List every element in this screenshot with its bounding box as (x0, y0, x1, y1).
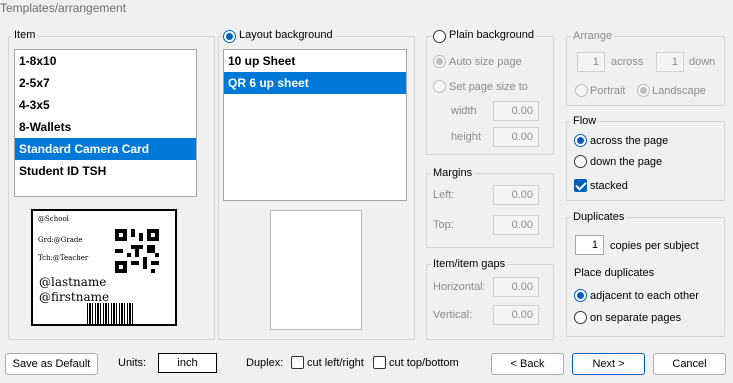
landscape-radio[interactable] (637, 84, 650, 97)
cut-left-right-checkbox[interactable] (291, 356, 304, 369)
list-item[interactable]: 4-3x5 (15, 94, 196, 116)
flow-legend: Flow (571, 115, 599, 127)
list-item[interactable]: 10 up Sheet (224, 50, 406, 72)
layout-background-label[interactable]: Layout background (237, 29, 335, 41)
height-field[interactable]: 0.00 (493, 127, 539, 147)
duplicates-legend: Duplicates (571, 211, 627, 223)
horizontal-field[interactable]: 0.00 (493, 277, 539, 297)
plain-background-label[interactable]: Plain background (447, 29, 537, 41)
down-field[interactable]: 1 (656, 52, 684, 72)
horizontal-label: Horizontal: (433, 281, 486, 293)
units-label: Units: (118, 357, 147, 369)
list-item[interactable]: Standard Camera Card (15, 138, 196, 160)
layout-preview (270, 210, 362, 330)
barcode-icon (87, 303, 133, 324)
adjacent-radio[interactable] (574, 289, 587, 302)
arrange-legend: Arrange (571, 30, 615, 42)
separate-pages-radio[interactable] (574, 311, 587, 324)
layout-list[interactable]: 10 up Sheet QR 6 up sheet (223, 49, 407, 201)
list-item[interactable]: 8-Wallets (15, 116, 196, 138)
units-field[interactable]: inch (158, 353, 217, 373)
across-page-radio[interactable] (574, 134, 587, 147)
set-size-radio[interactable] (433, 80, 446, 93)
gaps-group (426, 264, 554, 340)
portrait-radio[interactable] (575, 84, 588, 97)
copies-label: copies per subject (610, 240, 699, 252)
landscape-label[interactable]: Landscape (652, 85, 706, 97)
margins-legend: Margins (431, 167, 475, 179)
set-size-label[interactable]: Set page size to (449, 81, 528, 93)
across-label: across (611, 56, 644, 68)
left-field[interactable]: 0.00 (493, 185, 539, 205)
height-label: height (451, 131, 481, 143)
stacked-label[interactable]: stacked (590, 180, 628, 192)
across-field[interactable]: 1 (577, 52, 605, 72)
window-title: Templates/arrangement (0, 1, 127, 15)
down-page-radio[interactable] (574, 155, 587, 168)
vertical-field[interactable]: 0.00 (493, 305, 539, 325)
layout-background-radio[interactable] (223, 30, 236, 43)
cut-left-right-label[interactable]: cut left/right (307, 357, 364, 369)
gaps-legend: Item/item gaps (431, 258, 508, 270)
separate-pages-label[interactable]: on separate pages (590, 312, 681, 324)
cut-top-bottom-checkbox[interactable] (373, 356, 386, 369)
duplex-label: Duplex: (246, 357, 284, 369)
preview-school: @School (38, 215, 69, 223)
stacked-checkbox[interactable] (574, 179, 587, 192)
auto-size-label[interactable]: Auto size page (449, 56, 522, 68)
save-as-default-button[interactable]: Save as Default (5, 353, 98, 375)
preview-teacher: Tch:@Teacher (38, 254, 89, 262)
vertical-label: Vertical: (433, 309, 473, 321)
list-item[interactable]: 1-8x10 (15, 50, 196, 72)
cancel-button[interactable]: Cancel (653, 353, 726, 375)
width-field[interactable]: 0.00 (493, 101, 539, 121)
top-label: Top: (433, 219, 454, 231)
portrait-label[interactable]: Portrait (590, 85, 625, 97)
back-button[interactable]: < Back (491, 353, 564, 375)
copies-field[interactable]: 1 (575, 235, 604, 255)
auto-size-radio[interactable] (433, 55, 446, 68)
adjacent-label[interactable]: adjacent to each other (590, 290, 699, 302)
cut-top-bottom-label[interactable]: cut top/bottom (389, 357, 459, 369)
next-button[interactable]: Next > (572, 353, 645, 375)
item-group-legend: Item (12, 29, 38, 41)
preview-lastname: @lastname (39, 275, 107, 289)
list-item[interactable]: 2-5x7 (15, 72, 196, 94)
item-list[interactable]: 1-8x10 2-5x7 4-3x5 8-Wallets Standard Ca… (14, 49, 197, 197)
place-duplicates-label: Place duplicates (574, 267, 655, 279)
width-label: width (451, 105, 477, 117)
item-preview: @School Grd:@Grade Tch:@Teacher @lastnam… (31, 209, 177, 326)
down-label: down (689, 56, 716, 68)
list-item[interactable]: Student ID TSH (15, 160, 196, 182)
top-field[interactable]: 0.00 (493, 215, 539, 235)
plain-background-radio[interactable] (433, 30, 446, 43)
preview-grade: Grd:@Grade (38, 236, 83, 244)
qr-code-icon (115, 229, 159, 273)
across-page-label[interactable]: across the page (590, 135, 668, 147)
list-item[interactable]: QR 6 up sheet (224, 72, 406, 94)
preview-firstname: @firstname (39, 290, 110, 304)
down-page-label[interactable]: down the page (590, 156, 662, 168)
left-label: Left: (433, 189, 455, 201)
